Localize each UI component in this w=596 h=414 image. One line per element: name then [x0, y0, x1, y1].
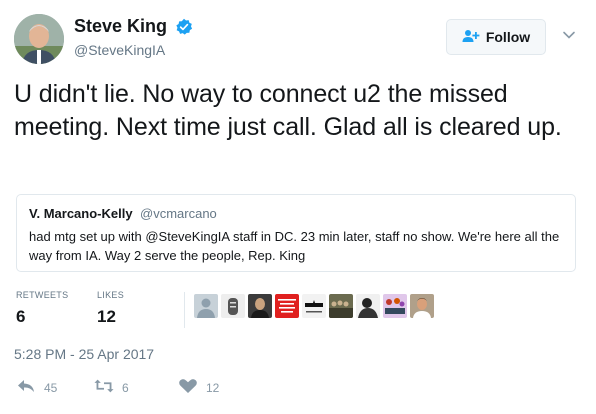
follow-button-label: Follow: [485, 29, 531, 45]
chevron-down-icon[interactable]: [562, 28, 576, 42]
likes-stat[interactable]: LIKES 12: [97, 290, 124, 327]
follow-button[interactable]: Follow: [446, 19, 546, 55]
retweets-label: RETWEETS: [16, 290, 69, 300]
profile-photo-icon: [14, 14, 64, 64]
crowd-avatar-icon: [329, 294, 353, 318]
man-portrait-avatar-icon: [410, 294, 434, 318]
like-action[interactable]: 12: [178, 378, 219, 397]
retweets-stat[interactable]: RETWEETS 6: [16, 290, 68, 327]
author-display-name[interactable]: Steve King: [74, 16, 167, 37]
tweet-header: Steve King @SteveKingIA Follow: [14, 14, 582, 64]
default-avatar-icon: [194, 294, 218, 318]
retweet-action[interactable]: 6: [94, 378, 129, 397]
bw-portrait-avatar-icon: [356, 294, 380, 318]
liker-avatar[interactable]: [275, 294, 299, 318]
retweet-icon: [94, 378, 114, 397]
liker-avatar[interactable]: [410, 294, 434, 318]
verified-badge-icon: [175, 18, 193, 36]
author-avatar[interactable]: [14, 14, 64, 64]
liker-avatar[interactable]: [221, 294, 245, 318]
quoted-author-handle: @vcmarcano: [140, 206, 217, 221]
likes-count: 12: [97, 307, 116, 326]
liker-avatar[interactable]: [329, 294, 353, 318]
quoted-tweet-text: had mtg set up with @SteveKingIA staff i…: [29, 229, 560, 263]
flag-avatar-icon: [302, 294, 326, 318]
tombstone-avatar-icon: [221, 294, 245, 318]
quoted-tweet[interactable]: V. Marcano-Kelly @vcmarcano had mtg set …: [16, 194, 576, 272]
liker-avatar[interactable]: [356, 294, 380, 318]
author-handle[interactable]: @SteveKingIA: [74, 42, 193, 58]
retweet-count: 6: [122, 380, 129, 395]
reply-icon: [16, 378, 36, 397]
liker-avatars: [194, 294, 434, 318]
liker-avatar[interactable]: [248, 294, 272, 318]
tweet-actions: 45 6 12: [16, 378, 584, 398]
liker-avatar[interactable]: [302, 294, 326, 318]
heart-icon: [178, 378, 198, 397]
retweets-count: 6: [16, 307, 26, 326]
reply-count: 45: [44, 380, 58, 395]
liker-avatar[interactable]: [383, 294, 407, 318]
tweet-timestamp[interactable]: 5:28 PM - 25 Apr 2017: [14, 346, 154, 362]
stats-divider: [184, 292, 185, 328]
reply-action[interactable]: 45: [16, 378, 57, 397]
portrait-avatar-icon: [248, 294, 272, 318]
tweet-stats: RETWEETS 6 LIKES 12: [14, 290, 582, 330]
follow-person-plus-icon: [462, 29, 480, 46]
red-sign-avatar-icon: [275, 294, 299, 318]
purple-crowd-avatar-icon: [383, 294, 407, 318]
author-name-block: Steve King @SteveKingIA: [74, 16, 193, 58]
like-count: 12: [206, 380, 220, 395]
quoted-author-name: V. Marcano-Kelly: [29, 206, 133, 221]
liker-avatar[interactable]: [194, 294, 218, 318]
tweet-text: U didn't lie. No way to connect u2 the m…: [14, 80, 562, 141]
likes-label: LIKES: [97, 290, 125, 300]
